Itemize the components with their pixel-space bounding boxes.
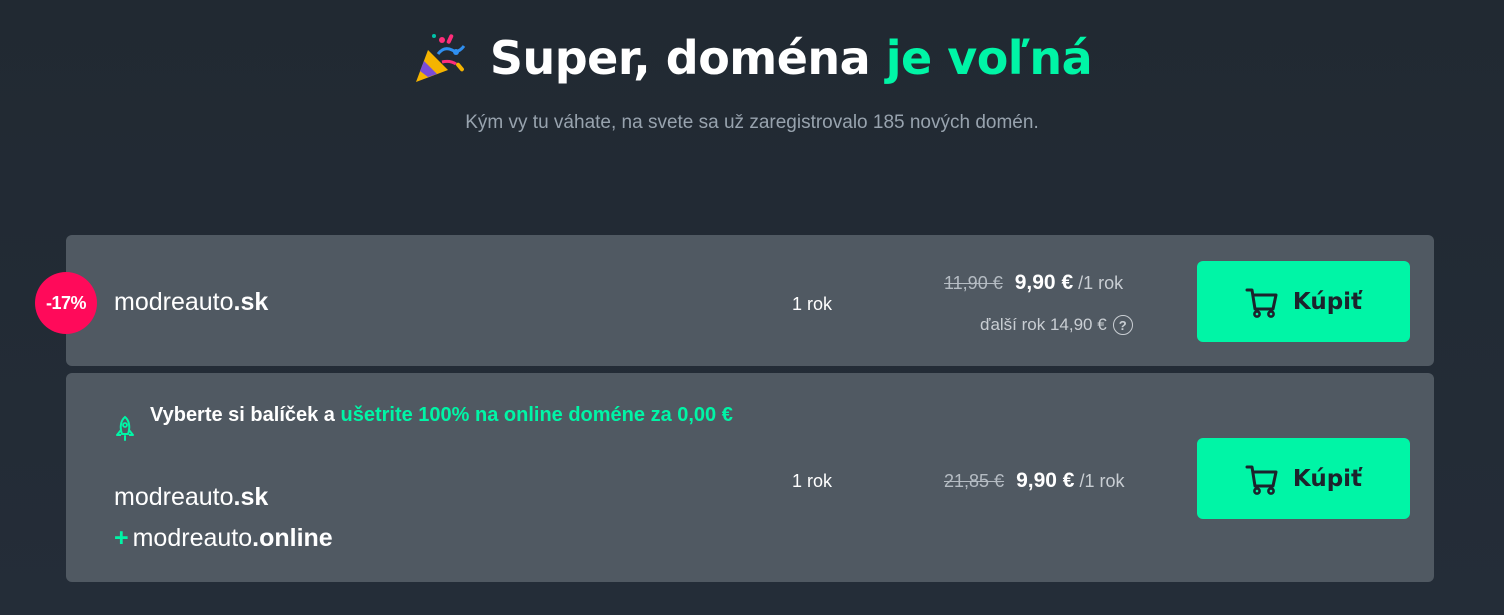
rocket-icon [116, 415, 134, 441]
bundle-promo: Vyberte si balíček a ušetrite 100% na on… [114, 399, 734, 441]
promo-text: Vyberte si balíček a ušetrite 100% na on… [150, 399, 733, 441]
domain-name: modreauto.sk [114, 483, 268, 512]
addon-domain-tld: .online [252, 524, 333, 552]
domain-name: modreauto.sk [114, 288, 268, 317]
price-period: /1 rok [1078, 273, 1124, 293]
cart-icon [1245, 465, 1278, 495]
addon-domain-label: modreauto [132, 524, 253, 552]
title-accent: je voľná [885, 31, 1093, 85]
price-line: 21,85 € 9,90 € /1 rok [944, 469, 1124, 493]
promo-lead: Vyberte si balíček a [150, 404, 341, 426]
period-label: 1 rok [792, 294, 833, 314]
page: Super, doména je voľná Kým vy tu váhate,… [0, 0, 1504, 615]
discount-badge: -17% [35, 272, 97, 334]
buy-button-label: Kúpiť [1292, 465, 1363, 492]
offer-card-single: -17% modreauto.sk 1 rok 11,90 € 9,90 € /… [35, 235, 1434, 366]
cart-icon [1245, 288, 1278, 318]
price-line: 11,90 € 9,90 € /1 rok [944, 271, 1123, 295]
plus-icon: + [114, 524, 129, 552]
old-price: 21,85 € [944, 471, 1005, 491]
page-title: Super, doména je voľná [0, 30, 1504, 86]
old-price: 11,90 € [944, 273, 1003, 293]
buy-button[interactable]: Kúpiť [1197, 438, 1410, 519]
party-popper-icon [415, 34, 466, 82]
domain-label: modreauto [114, 288, 234, 316]
title-main: Super, doména [489, 31, 886, 85]
next-year-label: ďalší rok 14,90 € [980, 315, 1107, 334]
page-subtitle: Kým vy tu váhate, na svete sa už zaregis… [465, 112, 1039, 133]
next-year-price: ďalší rok 14,90 € ? [980, 315, 1133, 335]
period-label: 1 rok [792, 471, 833, 491]
buy-button[interactable]: Kúpiť [1197, 261, 1410, 342]
domain-tld: .sk [233, 288, 269, 316]
promo-accent: ušetrite 100% na online doméne za 0,00 € [340, 404, 733, 426]
domain-label: modreauto [114, 483, 234, 511]
domain-tld: .sk [233, 483, 269, 511]
question-circle-icon[interactable]: ? [1112, 315, 1133, 335]
price-period: /1 rok [1079, 471, 1125, 491]
buy-button-label: Kúpiť [1292, 288, 1363, 315]
addon-domain-name: + modreauto.online [114, 524, 333, 553]
new-price: 9,90 € [1016, 469, 1075, 492]
offer-card-bundle: Vyberte si balíček a ušetrite 100% na on… [66, 373, 1434, 582]
new-price: 9,90 € [1014, 271, 1074, 294]
